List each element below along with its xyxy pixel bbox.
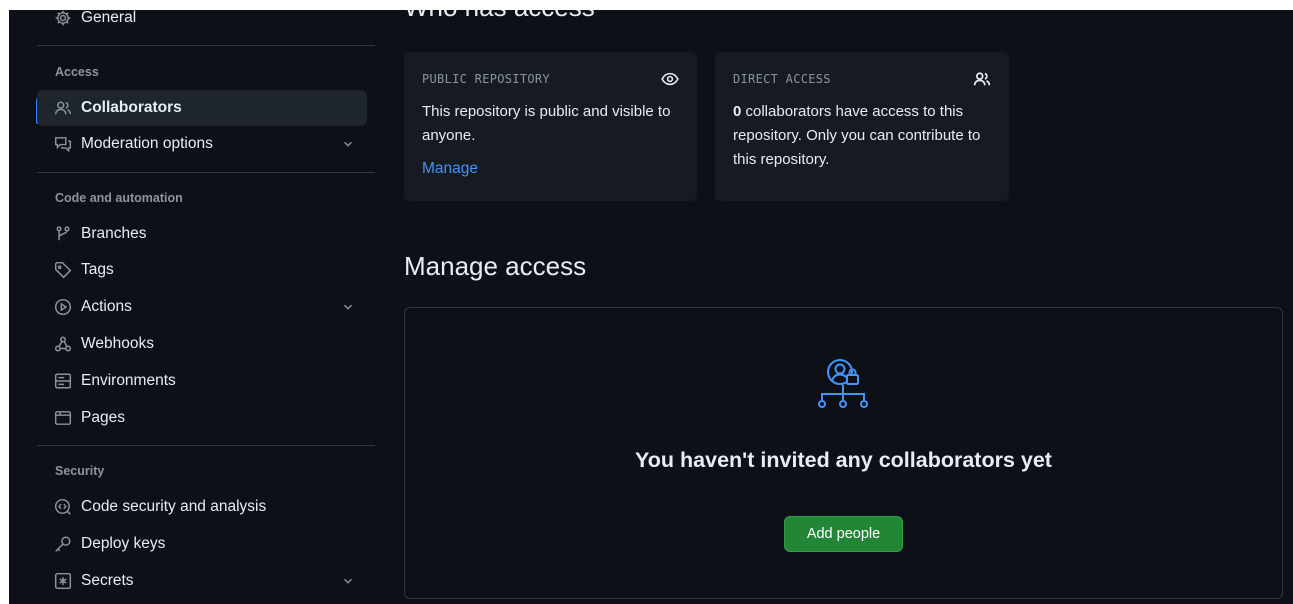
sidebar-divider [37, 172, 375, 173]
direct-access-card: DIRECT ACCESS 0 collaborators have acces… [715, 52, 1009, 201]
server-icon [54, 372, 72, 390]
comment-discussion-icon [54, 135, 72, 153]
card-description: 0 collaborators have access to this repo… [733, 100, 995, 172]
sidebar-item-branches[interactable]: Branches [37, 216, 367, 252]
who-has-access-heading: Who has access [404, 10, 595, 23]
sidebar-item-label: Actions [81, 298, 132, 315]
chevron-down-icon[interactable] [341, 574, 355, 588]
asterisk-square-icon [54, 572, 72, 590]
card-title: DIRECT ACCESS [733, 72, 831, 86]
card-title: PUBLIC REPOSITORY [422, 72, 550, 86]
browser-icon [54, 409, 72, 427]
section-heading-security: Security [55, 464, 105, 478]
public-repository-card: PUBLIC REPOSITORY This repository is pub… [404, 52, 697, 201]
sidebar-item-label: Deploy keys [81, 535, 166, 552]
gear-icon [54, 10, 72, 27]
sidebar-divider [37, 445, 375, 446]
sidebar-item-webhooks[interactable]: Webhooks [37, 326, 367, 362]
section-heading-code-automation: Code and automation [55, 191, 183, 205]
sidebar-item-moderation[interactable]: Moderation options [37, 126, 367, 162]
codescan-icon [54, 498, 72, 516]
tag-icon [54, 261, 72, 279]
settings-page: General Access Collaborators Moderation … [9, 10, 1293, 604]
webhook-icon [54, 335, 72, 353]
sidebar-item-general[interactable]: General [37, 10, 367, 36]
manage-access-panel: You haven't invited any collaborators ye… [404, 307, 1283, 599]
sidebar-item-pages[interactable]: Pages [37, 400, 367, 436]
empty-state-title: You haven't invited any collaborators ye… [635, 448, 1052, 472]
add-people-button[interactable]: Add people [784, 516, 903, 552]
sidebar-item-label: General [81, 10, 137, 26]
chevron-down-icon[interactable] [341, 137, 355, 151]
collaborators-empty-icon [818, 359, 868, 408]
eye-icon [661, 70, 679, 88]
sidebar-item-label: Branches [81, 225, 147, 242]
direct-access-text: collaborators have access to this reposi… [733, 103, 981, 168]
play-icon [54, 298, 72, 316]
git-branch-icon [54, 225, 72, 243]
sidebar-item-label: Tags [81, 261, 114, 278]
manage-link[interactable]: Manage [422, 160, 478, 178]
manage-access-heading: Manage access [404, 251, 587, 281]
sidebar-item-label: Collaborators [81, 99, 182, 116]
key-icon [54, 535, 72, 553]
sidebar-item-collaborators[interactable]: Collaborators [37, 90, 367, 126]
sidebar-item-label: Environments [81, 372, 176, 389]
sidebar-item-label: Secrets [81, 572, 134, 589]
sidebar-item-label: Moderation options [81, 135, 213, 152]
sidebar-item-environments[interactable]: Environments [37, 363, 367, 399]
card-description: This repository is public and visible to… [422, 103, 671, 144]
sidebar-item-code-security[interactable]: Code security and analysis [37, 489, 367, 525]
sidebar-item-label: Pages [81, 409, 125, 426]
settings-sidebar: General Access Collaborators Moderation … [9, 10, 383, 604]
chevron-down-icon[interactable] [341, 300, 355, 314]
sidebar-item-secrets[interactable]: Secrets [37, 563, 367, 599]
sidebar-item-label: Code security and analysis [81, 498, 267, 515]
sidebar-item-actions[interactable]: Actions [37, 289, 367, 325]
people-icon [54, 99, 72, 117]
section-heading-access: Access [55, 65, 99, 79]
people-icon [973, 70, 991, 88]
sidebar-item-label: Webhooks [81, 335, 154, 352]
sidebar-item-deploy-keys[interactable]: Deploy keys [37, 526, 367, 562]
sidebar-divider [37, 45, 375, 46]
sidebar-item-tags[interactable]: Tags [37, 252, 367, 288]
